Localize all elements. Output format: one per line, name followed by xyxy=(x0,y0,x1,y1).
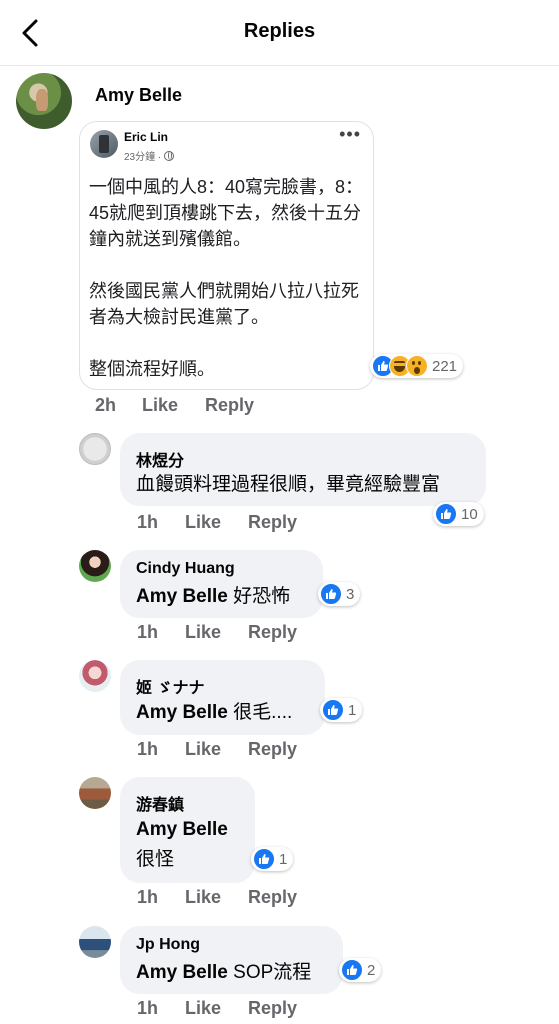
comment-actions: 2h Like Reply xyxy=(95,395,254,416)
avatar[interactable] xyxy=(79,926,111,958)
avatar[interactable] xyxy=(79,433,111,465)
globe-icon xyxy=(164,150,175,161)
reply-time: 1h xyxy=(137,512,159,532)
reply-bubble: Cindy Huang Amy Belle 好恐怖 xyxy=(120,550,323,618)
mention-link[interactable]: Amy Belle xyxy=(136,819,228,840)
reply-button[interactable]: Reply xyxy=(248,998,297,1019)
like-button[interactable]: Like xyxy=(185,512,221,533)
like-button[interactable]: Like xyxy=(185,887,221,908)
avatar[interactable] xyxy=(16,73,72,129)
top-bar: Replies xyxy=(0,0,559,66)
reply-author[interactable]: 林煜分 xyxy=(136,447,184,471)
reply-text: 很怪 xyxy=(136,849,175,870)
like-reaction-icon xyxy=(320,583,342,605)
like-button[interactable]: Like xyxy=(185,998,221,1019)
reply-actions: 1h Like Reply xyxy=(137,887,297,908)
reaction-summary[interactable]: 2 xyxy=(339,958,382,982)
reply-bubble: Jp Hong Amy Belle SOP流程 xyxy=(120,926,343,994)
shared-post-author[interactable]: Eric Lin xyxy=(124,130,168,144)
reply-text-content: 好恐怖 xyxy=(227,586,291,607)
mention-link[interactable]: Amy Belle xyxy=(136,586,228,607)
reply-author[interactable]: Cindy Huang xyxy=(136,560,235,578)
like-count: 10 xyxy=(461,505,478,523)
reaction-summary[interactable]: 221 xyxy=(370,354,464,378)
reply-author[interactable]: 姬 ゞナナ xyxy=(136,674,204,698)
reply-bubble: 游春鎮 Amy Belle 很怪 xyxy=(120,777,255,883)
avatar[interactable] xyxy=(79,660,111,692)
avatar[interactable] xyxy=(79,550,111,582)
reply-button[interactable]: Reply xyxy=(248,622,297,643)
reply-actions: 1h Like Reply xyxy=(137,622,297,643)
like-reaction-icon xyxy=(253,848,275,870)
reaction-summary[interactable]: 1 xyxy=(320,698,363,722)
shared-post-time: 23分鐘 · xyxy=(124,148,175,163)
page-title: Replies xyxy=(243,20,316,42)
reply-mention: Amy Belle xyxy=(136,816,228,844)
reply-author[interactable]: 游春鎮 xyxy=(136,791,184,815)
wow-reaction-icon xyxy=(406,355,428,377)
shared-post-card[interactable]: Eric Lin 23分鐘 · ••• 一個中風的人8：40寫完臉書，8：45就… xyxy=(79,121,374,390)
reply-bubble: 林煜分 血饅頭料理過程很順，畢竟經驗豐富 xyxy=(120,433,486,506)
reply-bubble: 姬 ゞナナ Amy Belle 很毛.... xyxy=(120,660,325,735)
reply-time: 1h xyxy=(137,622,159,642)
reply-text-content: SOP流程 xyxy=(227,962,312,983)
like-button[interactable]: Like xyxy=(142,395,178,416)
mention-link[interactable]: Amy Belle xyxy=(136,962,228,983)
reaction-count: 221 xyxy=(432,357,458,375)
like-count: 2 xyxy=(367,961,376,979)
reply-text-content: 很毛.... xyxy=(227,702,293,723)
like-reaction-icon xyxy=(341,959,363,981)
shared-post-avatar[interactable] xyxy=(90,130,118,158)
reply-text: Amy Belle 好恐怖 xyxy=(136,583,290,611)
reply-text: Amy Belle 很毛.... xyxy=(136,699,292,727)
reply-button[interactable]: Reply xyxy=(248,887,297,908)
reply-time: 1h xyxy=(137,739,159,759)
like-button[interactable]: Like xyxy=(185,622,221,643)
avatar[interactable] xyxy=(79,777,111,809)
reply-time: 1h xyxy=(137,998,159,1018)
reply-actions: 1h Like Reply xyxy=(137,512,297,533)
reply-button[interactable]: Reply xyxy=(248,512,297,533)
comment-time: 2h xyxy=(95,395,117,415)
comment-author[interactable]: Amy Belle xyxy=(95,85,182,106)
reply-button[interactable]: Reply xyxy=(205,395,254,416)
like-reaction-icon xyxy=(322,699,344,721)
reply-time: 1h xyxy=(137,887,159,907)
like-count: 3 xyxy=(346,585,355,603)
reply-text: Amy Belle SOP流程 xyxy=(136,959,311,987)
more-options-icon[interactable]: ••• xyxy=(339,124,361,145)
reaction-summary[interactable]: 3 xyxy=(318,582,361,606)
reply-author[interactable]: Jp Hong xyxy=(136,936,200,954)
reaction-summary[interactable]: 1 xyxy=(251,847,294,871)
shared-post-time-text: 23分鐘 · xyxy=(124,152,162,163)
reply-actions: 1h Like Reply xyxy=(137,998,297,1019)
mention-link[interactable]: Amy Belle xyxy=(136,702,228,723)
reply-button[interactable]: Reply xyxy=(248,739,297,760)
like-count: 1 xyxy=(348,701,357,719)
reaction-summary[interactable]: 10 xyxy=(433,502,484,526)
reply-actions: 1h Like Reply xyxy=(137,739,297,760)
like-reaction-icon xyxy=(435,503,457,525)
like-count: 1 xyxy=(279,850,288,868)
reply-text: 血饅頭料理過程很順，畢竟經驗豐富 xyxy=(136,474,441,495)
shared-post-text: 一個中風的人8：40寫完臉書，8：45就爬到頂樓跳下去，然後十五分鐘內就送到殯儀… xyxy=(89,177,364,379)
like-button[interactable]: Like xyxy=(185,739,221,760)
